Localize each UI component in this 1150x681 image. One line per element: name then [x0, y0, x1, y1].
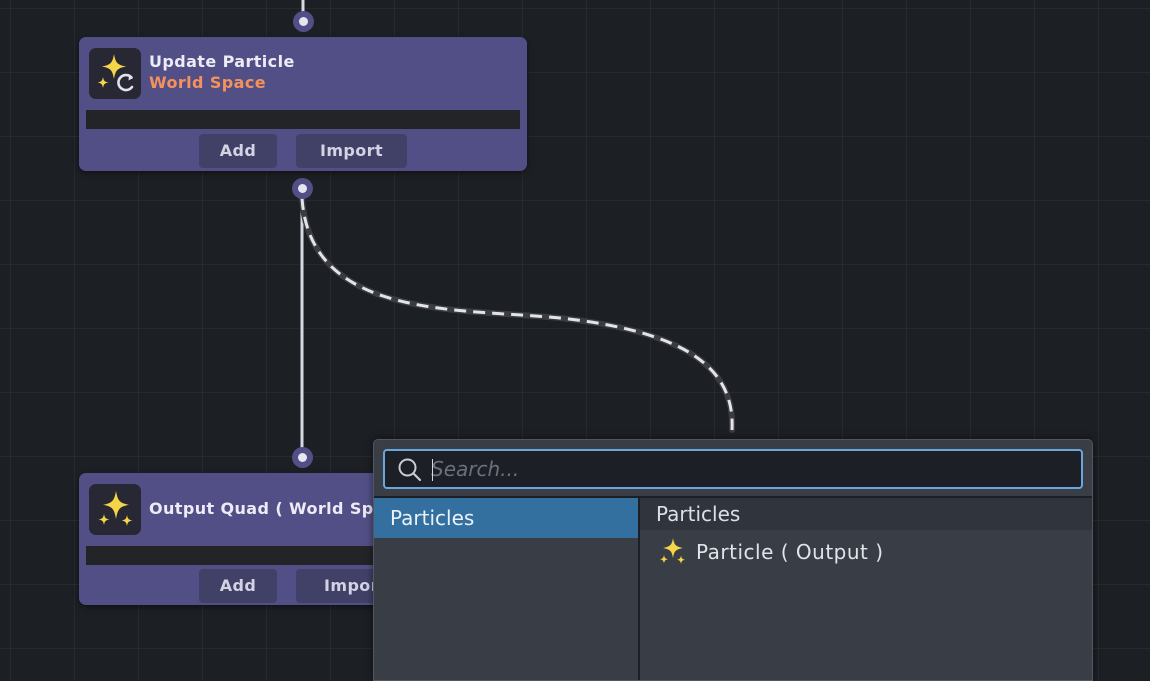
search-input[interactable] — [431, 451, 1031, 487]
sparkle-refresh-icon — [89, 48, 141, 99]
add-button[interactable]: Add — [199, 134, 277, 168]
category-item-particles[interactable]: Particles — [374, 498, 638, 538]
node-search-popup[interactable]: Particles Particles Particle ( Output ) — [373, 439, 1093, 681]
node-title: Output Quad ( World Spa — [149, 499, 385, 518]
node-subtitle: World Space — [149, 73, 266, 92]
node-title: Update Particle — [149, 52, 295, 71]
node-blocks-area — [86, 110, 520, 129]
pending-connection-wire-dash — [300, 197, 734, 431]
add-button[interactable]: Add — [199, 569, 277, 603]
sparkle-icon — [89, 484, 141, 535]
update-node-output-port[interactable] — [292, 178, 313, 199]
import-button[interactable]: Import — [296, 134, 407, 168]
result-item-particle-output[interactable]: Particle ( Output ) — [640, 534, 1092, 570]
text-caret — [432, 459, 433, 481]
result-item-label: Particle ( Output ) — [696, 540, 884, 564]
sparkle-icon — [656, 536, 688, 579]
category-list: Particles — [374, 498, 638, 680]
results-list: Particles Particle ( Output ) — [640, 498, 1092, 680]
output-node-input-port[interactable] — [292, 447, 313, 468]
search-field[interactable] — [383, 449, 1083, 489]
search-icon — [398, 458, 422, 482]
update-particle-node[interactable]: Update Particle World Space Add Import — [79, 37, 527, 171]
update-node-input-port[interactable] — [293, 11, 314, 32]
results-header: Particles — [640, 498, 1092, 530]
